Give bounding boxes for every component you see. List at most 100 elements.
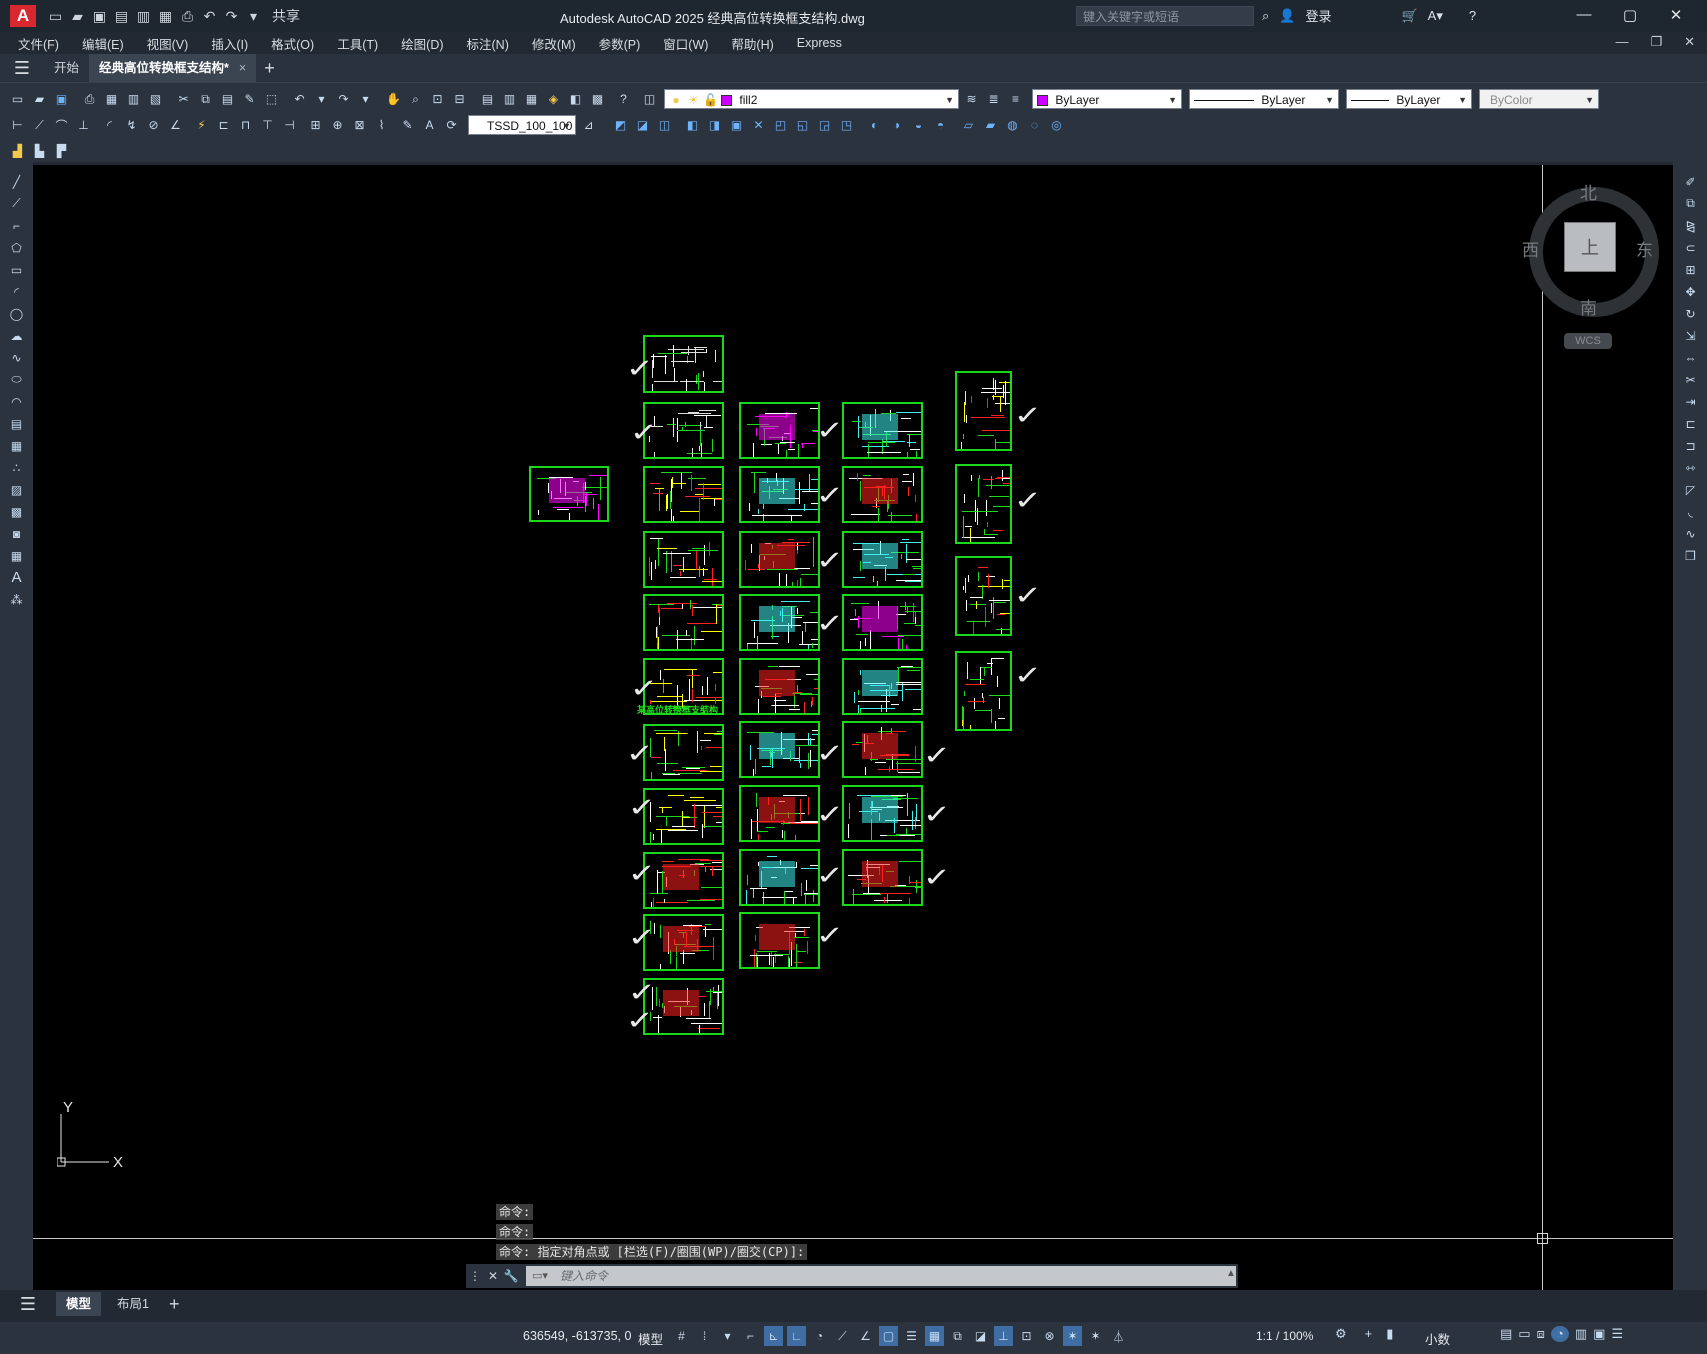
doc-restore-icon[interactable]: ❐ <box>1650 34 1662 50</box>
region-icon[interactable]: ◙ <box>7 524 26 543</box>
xline-icon[interactable]: ⟋ <box>7 194 26 213</box>
dynamic-input-icon[interactable]: ⌐ <box>741 1326 760 1346</box>
layout-menu-icon[interactable]: ☰ <box>0 1294 56 1315</box>
dim-angular-icon[interactable]: ∠ <box>166 116 185 135</box>
join-icon[interactable]: ⇿ <box>1681 458 1700 477</box>
ucs-y-icon[interactable]: ◳ <box>837 116 856 135</box>
offset-icon[interactable]: ⊂ <box>1681 238 1700 257</box>
fillet-icon[interactable]: ◟ <box>1681 502 1700 521</box>
polyline-icon[interactable]: ⌐ <box>7 216 26 235</box>
gradient-icon[interactable]: ▩ <box>7 502 26 521</box>
ucs-named-icon[interactable]: ◒ <box>909 116 928 135</box>
calculator-icon[interactable]: ▩ <box>588 90 607 109</box>
insert-block-left-icon[interactable]: ▤ <box>7 414 26 433</box>
blend-curves-icon[interactable]: ∿ <box>1681 524 1700 543</box>
attach-image-icon[interactable]: ▛ <box>52 142 71 161</box>
transparency-icon[interactable]: ▦ <box>925 1326 944 1346</box>
plot-icon[interactable]: ⎙ <box>80 90 99 109</box>
ucs-settings-icon[interactable]: ◓ <box>931 116 950 135</box>
dim-jogged-icon[interactable]: ↯ <box>122 116 141 135</box>
multiline-text-icon[interactable]: A <box>7 568 26 587</box>
plot-preview-icon[interactable]: ▦ <box>156 7 175 26</box>
ellipse-icon[interactable]: ⬭ <box>7 370 26 389</box>
dimstyle-manager-icon[interactable]: ⊿ <box>579 116 598 135</box>
close-tab-icon[interactable]: × <box>239 61 246 75</box>
menu-file[interactable]: 文件(F) <box>18 34 59 53</box>
publish-tb-icon[interactable]: ▥ <box>124 90 143 109</box>
isolate-objects-icon[interactable]: ⧈ <box>1537 1326 1545 1342</box>
add-selected-icon[interactable]: ⁂ <box>7 590 26 609</box>
help-icon[interactable]: ? <box>1469 8 1476 23</box>
ellipse-arc-icon[interactable]: ◠ <box>7 392 26 411</box>
viewcube-west[interactable]: 西 <box>1522 236 1539 261</box>
dim-baseline-icon[interactable]: ⊏ <box>214 116 233 135</box>
search-icon[interactable]: ⌕ <box>1262 8 1269 24</box>
undo-tb-icon[interactable]: ↶ <box>290 90 309 109</box>
search-input[interactable]: 键入关键字或短语 <box>1076 6 1254 26</box>
tab-model[interactable]: 模型 <box>56 1292 102 1316</box>
close-window-icon[interactable]: ✕ <box>1653 6 1699 24</box>
customization-menu-icon[interactable]: ☰ <box>1611 1326 1623 1342</box>
ucs-origin-icon[interactable]: ✕ <box>749 116 768 135</box>
cut-icon[interactable]: ✂ <box>174 90 193 109</box>
insert-block-icon[interactable]: ▟ <box>8 142 27 161</box>
make-block-icon[interactable]: ▦ <box>7 436 26 455</box>
cart-icon[interactable]: 🛒 <box>1401 8 1417 24</box>
graphics-performance-icon[interactable]: ▥ <box>1575 1326 1587 1342</box>
selection-cycling-icon[interactable]: ⧉ <box>948 1326 967 1346</box>
copy-object-icon[interactable]: ⧉ <box>1681 194 1700 213</box>
copy-icon[interactable]: ⧉ <box>196 90 215 109</box>
add-layout-button[interactable]: + <box>159 1292 190 1316</box>
gizmo-icon[interactable]: ⊗ <box>1040 1326 1059 1346</box>
polar-tracking-icon[interactable]: ◔ <box>810 1326 829 1346</box>
drawing-canvas[interactable]: 上 北 南 西 东 WCS ✓ ✓ ✓ ✓ ✓ ✓ ✓ ✓ ✓ ✓ ✓ ✓ ✓ ✓ ✓ ✓ ✓ ✓ ✓ ✓ ✓ ✓ ✓ ✓ 某… <box>33 165 1673 1290</box>
erase-icon[interactable]: ✐ <box>1681 172 1700 191</box>
zoom-realtime-icon[interactable]: ⌕ <box>406 90 425 109</box>
hardware-acceleration-icon[interactable]: ◔ <box>1550 1326 1569 1342</box>
ucs-apply-icon[interactable]: ◑ <box>887 116 906 135</box>
move-icon[interactable]: ✥ <box>1681 282 1700 301</box>
layer-freeze-icon[interactable]: ☀ <box>686 93 700 107</box>
application-menu-icon[interactable]: ☰ <box>0 58 44 79</box>
inspection-icon[interactable]: ⊠ <box>350 116 369 135</box>
menu-insert[interactable]: 插入(I) <box>211 34 248 53</box>
ucs-3point-icon[interactable]: ◱ <box>793 116 812 135</box>
dim-edit-icon[interactable]: ✎ <box>398 116 417 135</box>
arc-icon[interactable]: ◜ <box>7 282 26 301</box>
ortho-icon[interactable]: ⊾ <box>764 1326 783 1346</box>
layer-states-icon[interactable]: ≡ <box>1006 90 1025 109</box>
dim-ordinate-icon[interactable]: ⊥ <box>74 116 93 135</box>
tolerance-icon[interactable]: ⊞ <box>306 116 325 135</box>
object-snap-tracking-icon[interactable]: ∠ <box>856 1326 875 1346</box>
3d-print-icon[interactable]: ▧ <box>146 90 165 109</box>
undo-icon[interactable]: ↶ <box>200 7 219 26</box>
dim-diameter-icon[interactable]: ⊘ <box>144 116 163 135</box>
clean-screen-icon[interactable]: ▣ <box>1593 1326 1605 1342</box>
viewcube-east[interactable]: 东 <box>1636 236 1653 261</box>
print-icon[interactable]: ⎙ <box>178 7 197 26</box>
pan-icon[interactable]: ✋ <box>384 90 403 109</box>
user-icon[interactable]: 👤 <box>1279 8 1295 24</box>
autocad-logo-icon[interactable]: A <box>10 5 36 27</box>
ucs-previous-icon[interactable]: ◫ <box>655 116 674 135</box>
rotate-icon[interactable]: ↻ <box>1681 304 1700 323</box>
scale-icon[interactable]: ⇲ <box>1681 326 1700 345</box>
spline-icon[interactable]: ∿ <box>7 348 26 367</box>
tab-start[interactable]: 开始 <box>44 54 89 82</box>
object-snap-icon[interactable]: ▢ <box>879 1326 898 1346</box>
menu-dimension[interactable]: 标注(N) <box>467 34 509 53</box>
doc-close-icon[interactable]: ✕ <box>1684 34 1695 50</box>
chevron-down-icon[interactable]: ▼ <box>562 116 571 136</box>
publish-icon[interactable]: ▥ <box>134 7 153 26</box>
sheet-set-icon[interactable]: ◈ <box>544 90 563 109</box>
ucs-z-icon[interactable]: ◐ <box>865 116 884 135</box>
lineweight-toggle-icon[interactable]: ☰ <box>902 1326 921 1346</box>
dim-break-icon[interactable]: ⊣ <box>280 116 299 135</box>
command-grip-icon[interactable]: ⋮ <box>466 1269 484 1283</box>
open-file-icon[interactable]: ▰ <box>68 7 87 26</box>
menu-help[interactable]: 帮助(H) <box>731 34 773 53</box>
layer-previous-icon[interactable]: ≣ <box>984 90 1003 109</box>
autodesk-a360-icon[interactable]: A▾ <box>1428 8 1443 24</box>
dim-arc-icon[interactable]: ⌒ <box>52 116 71 135</box>
paste-icon[interactable]: ▤ <box>218 90 237 109</box>
